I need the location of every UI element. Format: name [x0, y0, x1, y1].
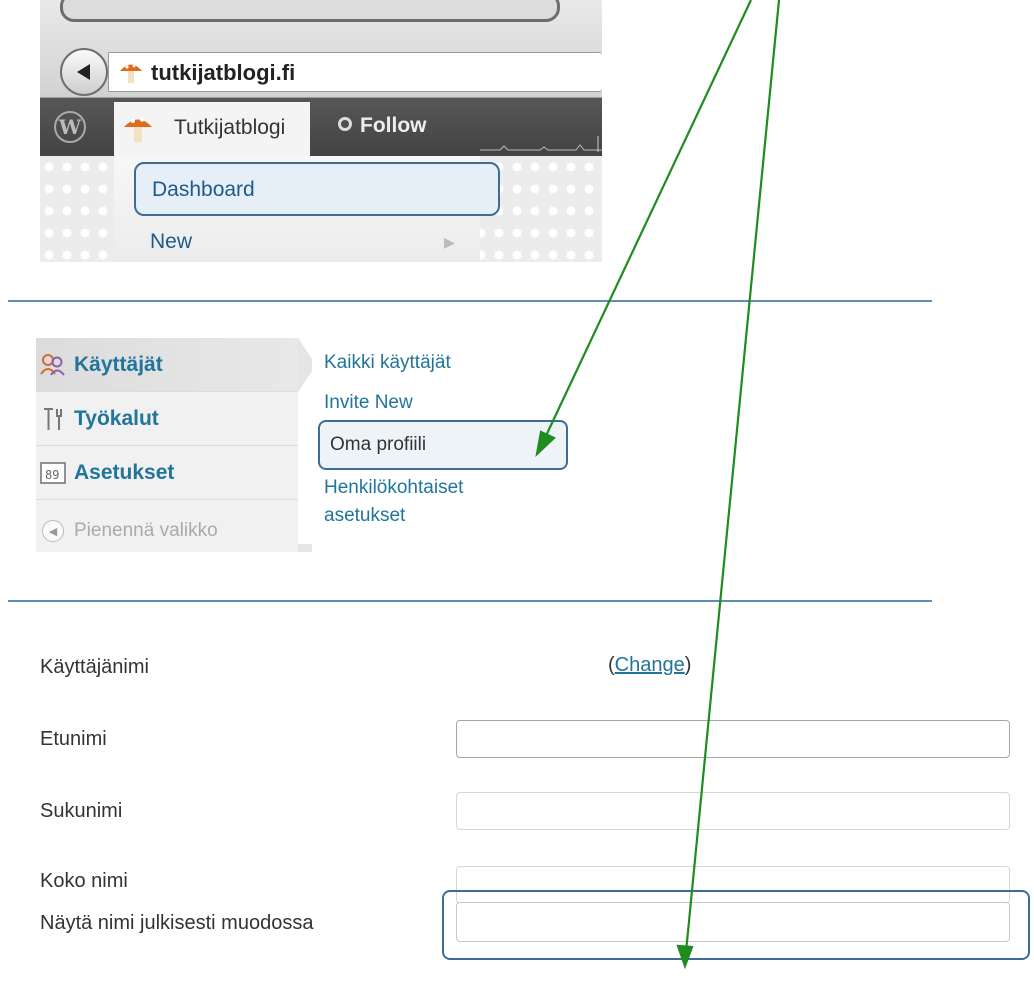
display-name-select[interactable]: [456, 902, 1010, 942]
change-username-link[interactable]: Change: [615, 654, 685, 676]
users-submenu: Kaikki käyttäjät Invite New Oma profiili…: [312, 338, 572, 552]
follow-circle-icon: [338, 117, 352, 132]
submenu-item-invite-new[interactable]: Invite New: [324, 392, 413, 414]
tools-icon: [40, 406, 66, 432]
collapse-menu-button[interactable]: ◀ Pienennä valikko: [36, 504, 298, 552]
sidebar-item-users[interactable]: Käyttäjät: [36, 338, 298, 392]
firstname-label: Etunimi: [40, 728, 107, 750]
menu-item-new[interactable]: New: [150, 230, 192, 254]
menu-edge: [298, 544, 312, 552]
sidebar-item-label: Käyttäjät: [74, 352, 163, 376]
settings-icon: 89: [40, 460, 66, 486]
users-icon: [40, 352, 66, 378]
sidebar-item-tools[interactable]: Työkalut: [36, 392, 298, 446]
section-divider: [8, 600, 932, 602]
admin-side-menu: Käyttäjät Työkalut 89 Asetukset ◀ Pienen…: [36, 338, 316, 552]
mushroom-site-icon: [124, 118, 152, 142]
stats-sparkline-icon[interactable]: [480, 116, 602, 156]
fullname-label: Koko nimi: [40, 870, 128, 892]
follow-button[interactable]: Follow: [338, 114, 427, 138]
firstname-input[interactable]: [456, 720, 1010, 758]
collapse-icon: ◀: [42, 520, 64, 542]
site-dropdown-menu: Dashboard New ▶: [114, 156, 500, 262]
submenu-item-own-profile[interactable]: Oma profiili: [318, 420, 568, 470]
sidebar-item-settings[interactable]: 89 Asetukset: [36, 446, 298, 500]
lastname-input[interactable]: [456, 792, 1010, 830]
browser-screenshot-panel: tutkijatblogi.fi W Tutkijatblogi Follow …: [40, 0, 602, 262]
profile-form: Käyttäjänimi (Change) Etunimi Sukunimi K…: [0, 620, 1034, 989]
wordpress-logo-icon[interactable]: W: [54, 111, 86, 143]
submenu-item-personal-settings[interactable]: Henkilökohtaiset asetukset: [324, 474, 514, 530]
browser-toolbar: tutkijatblogi.fi: [40, 0, 602, 98]
sidebar-item-label: Asetukset: [74, 460, 175, 484]
mushroom-favicon-icon: [120, 64, 142, 83]
menu-item-dashboard[interactable]: Dashboard: [134, 162, 500, 216]
wp-admin-bar: W Tutkijatblogi Follow: [40, 98, 602, 156]
change-username: (Change): [608, 654, 692, 676]
address-bar[interactable]: tutkijatblogi.fi: [108, 52, 602, 92]
display-name-label: Näytä nimi julkisesti muodossa: [40, 912, 314, 934]
lastname-label: Sukunimi: [40, 800, 123, 822]
section-divider: [8, 300, 932, 302]
url-text: tutkijatblogi.fi: [151, 60, 296, 85]
admin-menu-panel: Käyttäjät Työkalut 89 Asetukset ◀ Pienen…: [36, 338, 596, 552]
submenu-item-label: Oma profiili: [330, 434, 427, 455]
svg-text:89: 89: [45, 468, 59, 482]
submenu-item-all-users[interactable]: Kaikki käyttäjät: [324, 352, 451, 374]
submenu-arrow-icon: ▶: [444, 234, 455, 250]
follow-label: Follow: [360, 114, 427, 137]
browser-tab[interactable]: [60, 0, 560, 22]
back-arrow-icon: [77, 64, 90, 80]
collapse-menu-label: Pienennä valikko: [74, 520, 218, 541]
site-name-tab[interactable]: Tutkijatblogi: [114, 102, 310, 156]
username-label: Käyttäjänimi: [40, 656, 149, 678]
back-button[interactable]: [60, 48, 108, 96]
site-name-label: Tutkijatblogi: [174, 116, 286, 139]
menu-item-label: Dashboard: [152, 178, 255, 201]
sidebar-item-label: Työkalut: [74, 406, 159, 430]
